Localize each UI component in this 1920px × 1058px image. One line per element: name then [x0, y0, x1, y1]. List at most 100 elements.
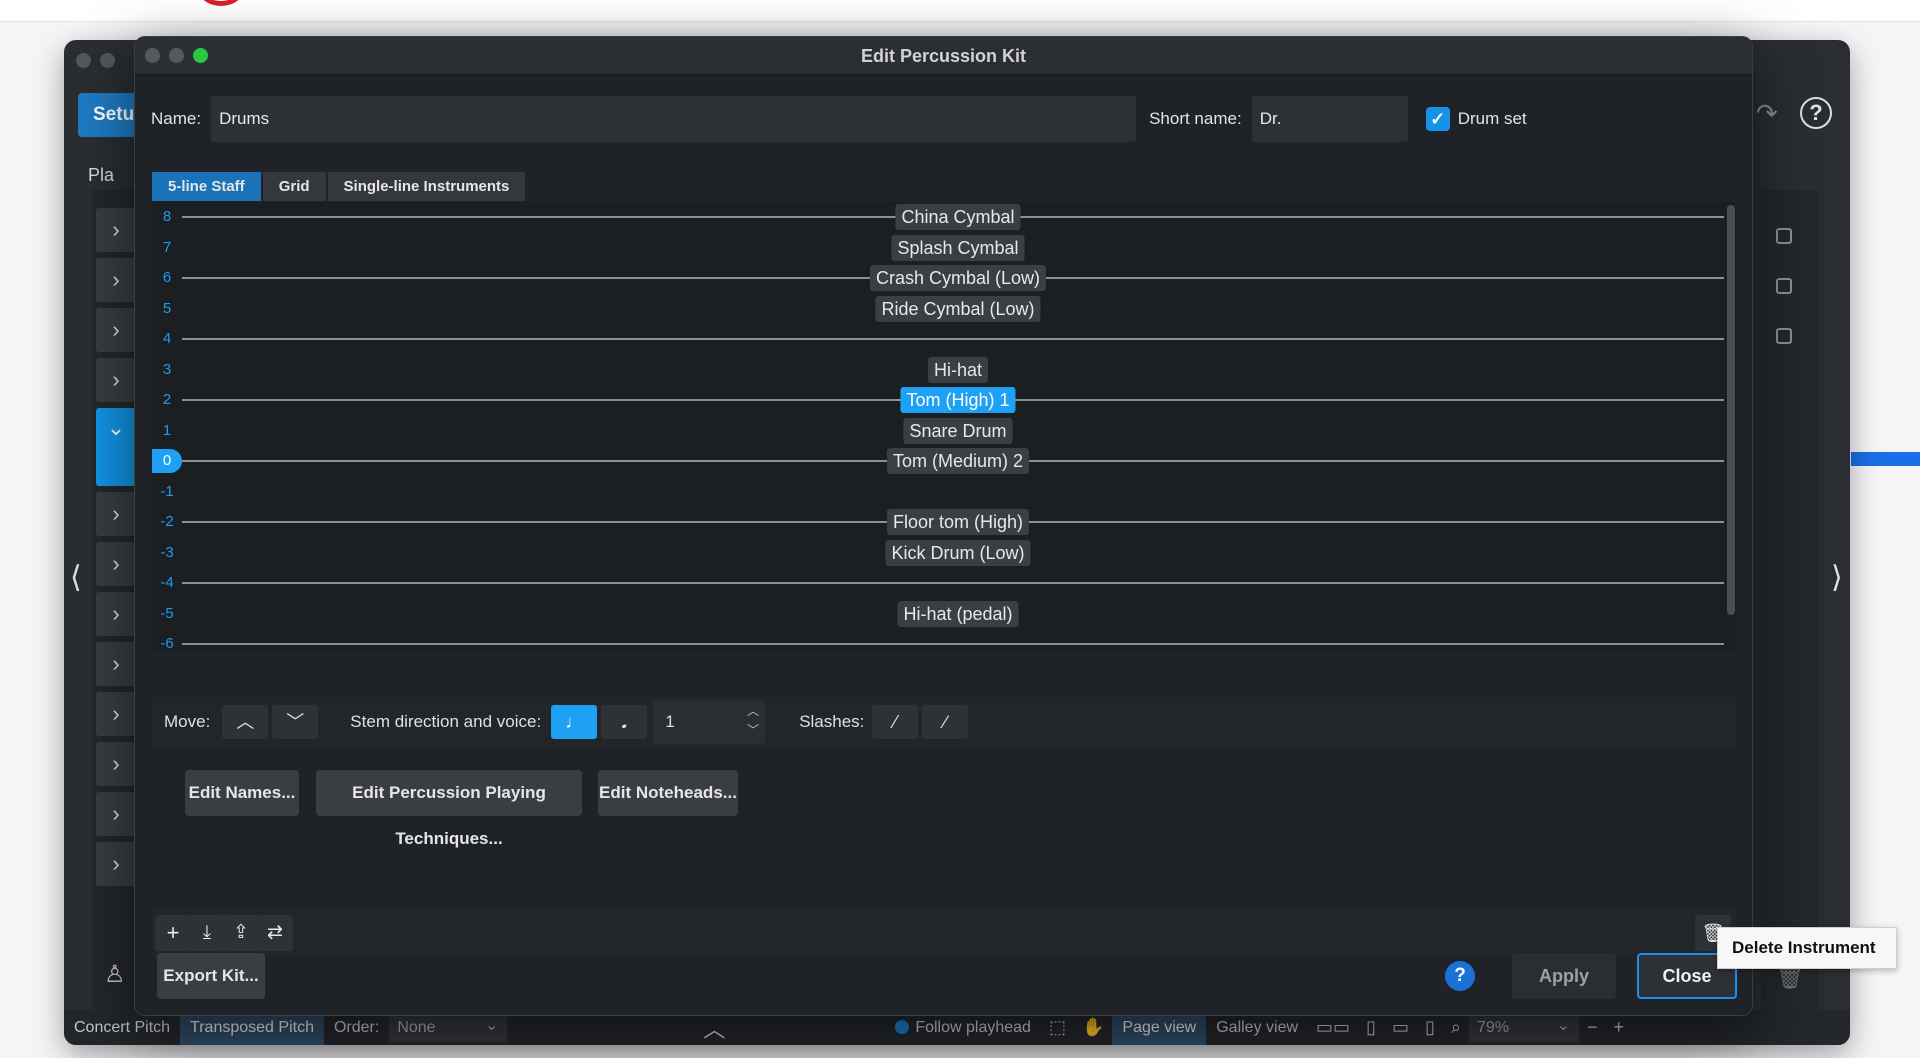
checkbox[interactable]	[1776, 328, 1792, 344]
player-expand-chevron-icon[interactable]: ›	[96, 208, 136, 252]
checkbox[interactable]	[1776, 278, 1792, 294]
tooltip: Delete Instrument	[1717, 927, 1897, 969]
staff-position-number[interactable]: 1	[152, 421, 182, 441]
edit-techniques-button[interactable]: Edit Percussion Playing Techniques...	[316, 770, 582, 848]
stepper-arrows-icon[interactable]: ︿ ﹀	[747, 702, 759, 740]
tab-5-line-staff[interactable]: 5-line Staff	[152, 172, 261, 201]
spread-icon[interactable]: ▭▭	[1308, 1017, 1358, 1038]
zoom-window-button[interactable]	[193, 48, 208, 63]
vertical-pages-icon[interactable]: ▯	[1358, 1017, 1384, 1038]
staff-position-number[interactable]: -3	[152, 543, 182, 563]
staff-position-number[interactable]: -5	[152, 604, 182, 624]
instrument-chip[interactable]: Tom (High) 1	[900, 387, 1016, 413]
stem-up-button[interactable]: ♩	[551, 705, 598, 739]
instrument-chip[interactable]: Hi-hat (pedal)	[897, 600, 1019, 627]
staff-position-number[interactable]: 8	[152, 207, 182, 227]
instrument-chip[interactable]: Tom (Medium) 2	[886, 448, 1030, 474]
horizontal-pages-icon[interactable]: ▭	[1384, 1017, 1417, 1038]
collapse-left-panel-icon[interactable]: ⟨	[70, 560, 82, 595]
export-kit-button[interactable]: Export Kit...	[157, 953, 265, 999]
staff-position-number[interactable]: 2	[152, 390, 182, 410]
share-icon[interactable]: ⇪	[223, 915, 259, 951]
apply-button[interactable]: Apply	[1512, 953, 1616, 999]
staff-position-number[interactable]: -4	[152, 573, 182, 593]
zoom-out-icon[interactable]: −	[1579, 1017, 1606, 1038]
instrument-chip[interactable]: Kick Drum (Low)	[885, 539, 1031, 566]
background-selection-sliver	[1851, 452, 1920, 466]
player-expand-chevron-icon[interactable]: ›	[96, 492, 136, 536]
player-collapse-chevron-icon[interactable]: ⌄	[96, 408, 136, 486]
single-page-icon[interactable]: ▯	[1417, 1017, 1443, 1038]
staff-position-number[interactable]: 5	[152, 299, 182, 319]
player-expand-chevron-icon[interactable]: ›	[96, 742, 136, 786]
instrument-chip[interactable]: Splash Cymbal	[891, 234, 1025, 261]
help-button[interactable]: ?	[1445, 961, 1475, 991]
edit-noteheads-button[interactable]: Edit Noteheads...	[598, 770, 738, 816]
stem-down-button[interactable]: 𝅘	[601, 705, 648, 739]
instrument-chip[interactable]: Hi-hat	[927, 356, 989, 383]
checkbox[interactable]	[1776, 228, 1792, 244]
instrument-chip[interactable]: Crash Cymbal (Low)	[869, 265, 1047, 291]
redo-icon[interactable]: ↷	[1756, 98, 1778, 129]
short-name-field[interactable]: Dr.	[1251, 96, 1408, 142]
close-light[interactable]	[76, 53, 91, 68]
instrument-chip[interactable]: Ride Cymbal (Low)	[875, 295, 1041, 322]
vertical-scrollbar[interactable]	[1727, 205, 1735, 615]
voice-value: 1	[665, 712, 675, 731]
player-expand-chevron-icon[interactable]: ›	[96, 542, 136, 586]
instrument-chip[interactable]: China Cymbal	[895, 204, 1021, 230]
tab-single-line-instruments[interactable]: Single-line Instruments	[327, 172, 526, 201]
minimize-window-button[interactable]	[169, 48, 184, 63]
import-icon[interactable]: ⤓	[189, 915, 225, 951]
staff-position-number[interactable]: -2	[152, 512, 182, 532]
staff-editor[interactable]: 8 7 6 5 4 3 2 1 0 -1 -2 -3 -4 -5 -6 China Cymbal Splash …	[152, 202, 1736, 652]
staff-line	[182, 338, 1724, 340]
player-expand-chevron-icon[interactable]: ›	[96, 308, 136, 352]
move-label: Move:	[164, 712, 211, 731]
expand-bottom-panel-icon[interactable]: ︿	[703, 1012, 725, 1044]
player-expand-chevron-icon[interactable]: ›	[96, 258, 136, 302]
player-expand-chevron-icon[interactable]: ›	[96, 842, 136, 886]
minimize-light[interactable]	[100, 53, 115, 68]
player-expand-chevron-icon[interactable]: ›	[96, 792, 136, 836]
player-expand-chevron-icon[interactable]: ›	[96, 592, 136, 636]
zoom-in-icon[interactable]: +	[1605, 1017, 1632, 1038]
top-strip	[0, 0, 1920, 22]
staff-position-number[interactable]: 3	[152, 360, 182, 380]
instrument-chip[interactable]: Floor tom (High)	[886, 509, 1030, 535]
name-field[interactable]: Drums	[211, 96, 1137, 142]
slash-button[interactable]: ∕	[922, 705, 969, 739]
zoom-select[interactable]: 79%	[1468, 1013, 1579, 1042]
dialog-title: Edit Percussion Kit	[860, 46, 1027, 66]
player-expand-chevron-icon[interactable]: ›	[96, 692, 136, 736]
staff-position-number[interactable]: -1	[152, 482, 182, 502]
edit-names-button[interactable]: Edit Names...	[185, 770, 299, 816]
voice-stepper[interactable]: 1 ︿ ﹀	[653, 700, 766, 744]
tab-grid[interactable]: Grid	[262, 172, 326, 201]
collapse-right-panel-icon[interactable]: ⟩	[1831, 560, 1843, 595]
order-select[interactable]: None	[389, 1013, 508, 1042]
staff-line	[182, 643, 1724, 645]
instrument-chip[interactable]: Snare Drum	[903, 417, 1013, 444]
staff-position-number[interactable]: -6	[152, 634, 182, 654]
staff-position-number[interactable]: 4	[152, 329, 182, 349]
add-instrument-icon[interactable]: +	[155, 915, 191, 951]
player-expand-chevron-icon[interactable]: ›	[96, 358, 136, 402]
window-controls	[145, 48, 208, 63]
staff-position-number[interactable]: 7	[152, 238, 182, 258]
staff-position-number[interactable]: 0	[152, 449, 182, 473]
close-window-button[interactable]	[145, 48, 160, 63]
player-expand-chevron-icon[interactable]: ›	[96, 642, 136, 686]
move-down-button[interactable]: ﹀	[272, 705, 319, 739]
background-checkboxes	[1776, 228, 1792, 378]
move-up-button[interactable]: ︿	[222, 705, 269, 739]
drum-set-checkbox[interactable]: ✓ Drum set	[1425, 107, 1527, 131]
view-tabs: 5-line Staff Grid Single-line Instrument…	[152, 172, 526, 201]
help-icon[interactable]: ?	[1800, 97, 1832, 129]
swap-icon[interactable]: ⇄	[257, 915, 293, 951]
slash-with-stem-button[interactable]: ⁄	[872, 705, 919, 739]
selection-tool-icon[interactable]: ⬚	[1041, 1017, 1074, 1038]
staff-position-number[interactable]: 6	[152, 268, 182, 288]
add-player-icon[interactable]: ♙	[104, 960, 126, 989]
hand-tool-icon[interactable]: ✋	[1074, 1017, 1112, 1038]
